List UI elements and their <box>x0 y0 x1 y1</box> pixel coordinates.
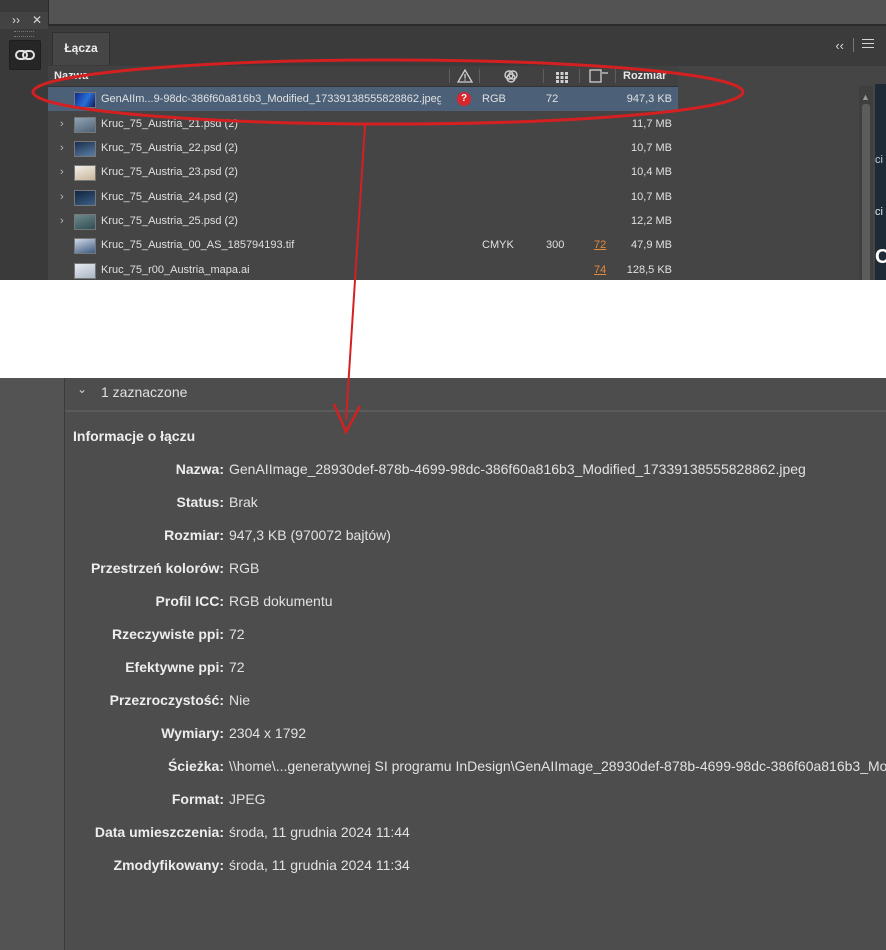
link-thumbnail <box>74 263 96 279</box>
link-size: 11,7 MB <box>631 118 672 130</box>
info-field-actual-ppi: Rzeczywiste ppi: 72 <box>111 626 245 642</box>
link-thumbnail <box>74 214 96 230</box>
column-name-header[interactable]: Nazwa <box>54 66 88 86</box>
link-ppi: 300 <box>546 239 565 251</box>
link-page[interactable]: 74 <box>594 258 606 282</box>
link-name: Kruc_75_Austria_00_AS_185794193.tif <box>101 239 295 251</box>
expand-row-icon[interactable]: › <box>60 136 64 160</box>
link-name: Kruc_75_Austria_21.psd (2) <box>101 118 238 130</box>
link-size: 10,4 MB <box>631 166 672 178</box>
link-name: Kruc_75_r00_Austria_mapa.ai <box>101 264 250 276</box>
mini-tool-panel: ›› ✕ <box>0 0 49 280</box>
screenshot-gap <box>0 280 886 378</box>
link-size: 10,7 MB <box>631 191 672 203</box>
document-preview-edge: ci ci C <box>875 84 886 280</box>
info-field-format: Format: JPEG <box>171 791 266 807</box>
info-field-colorspace: Przestrzeń kolorów: RGB <box>90 560 260 576</box>
info-field-icc-profile: Profil ICC: RGB dokumentu <box>155 593 333 609</box>
scroll-up-icon[interactable]: ▲ <box>861 92 870 102</box>
link-page[interactable]: 72 <box>594 233 606 257</box>
expand-panel-icon[interactable]: ›› <box>12 12 20 29</box>
info-field-size: Rozmiar: 947,3 KB (970072 bajtów) <box>164 527 391 543</box>
link-row[interactable]: › Kruc_75_Austria_23.psd (2) 10,4 MB <box>48 160 678 184</box>
link-row[interactable]: › Kruc_75_Austria_21.psd (2) 11,7 MB <box>48 112 678 136</box>
panel-grip-handle[interactable] <box>14 31 34 37</box>
hamburger-menu-icon[interactable] <box>862 39 874 51</box>
link-row[interactable]: Kruc_75_Austria_00_AS_185794193.tif CMYK… <box>48 233 678 257</box>
tab-divider <box>853 38 854 52</box>
link-row[interactable]: Kruc_75_r00_Austria_mapa.ai 74 128,5 KB <box>48 258 678 282</box>
link-thumbnail <box>74 165 96 181</box>
scroll-thumb[interactable] <box>862 104 870 282</box>
info-field-placed-date: Data umieszczenia: środa, 11 grudnia 2024… <box>94 824 410 840</box>
expand-row-icon[interactable]: › <box>60 160 64 184</box>
info-field-transparency: Przezroczystość: Nie <box>109 692 251 708</box>
expand-row-icon[interactable]: › <box>60 185 64 209</box>
links-panel: Łącza ‹‹ Nazwa Rozmiar GenAIIm...9-98dc-… <box>48 24 886 282</box>
tab-links[interactable]: Łącza <box>52 32 110 65</box>
link-info-title: Informacje o łączu <box>73 428 196 444</box>
link-name: Kruc_75_Austria_23.psd (2) <box>101 166 238 178</box>
selection-header[interactable]: ⌄ 1 zaznaczone <box>65 378 886 412</box>
missing-link-status-icon[interactable]: ? <box>457 92 471 106</box>
info-field-name: Nazwa: GenAIImage_28930def-878b-4699-98dc… <box>175 461 806 477</box>
workspace-background <box>0 378 64 950</box>
link-row[interactable]: › Kruc_75_Austria_22.psd (2) 10,7 MB <box>48 136 678 160</box>
page-icon[interactable] <box>589 69 609 89</box>
link-row-genai[interactable]: GenAIIm...9-98dc-386f60a816b3_Modified_1… <box>48 87 678 111</box>
mini-panel-header: ›› ✕ <box>0 12 48 29</box>
links-scrollbar[interactable]: ▲ <box>859 86 873 282</box>
link-ppi: 72 <box>546 93 559 105</box>
link-row[interactable]: › Kruc_75_Austria_24.psd (2) 10,7 MB <box>48 185 678 209</box>
column-header-row: Nazwa Rozmiar <box>48 66 678 87</box>
link-row[interactable]: › Kruc_75_Austria_25.psd (2) 12,2 MB <box>48 209 678 233</box>
info-field-dimensions: Wymiary: 2304 x 1792 <box>161 725 307 741</box>
link-size: 10,7 MB <box>631 142 672 154</box>
column-size-header[interactable]: Rozmiar <box>623 66 666 86</box>
link-icon <box>15 50 35 60</box>
collapse-panel-icon[interactable]: ‹‹ <box>835 38 844 53</box>
chevron-down-icon[interactable]: ⌄ <box>77 382 87 396</box>
link-info-panel: ⌄ 1 zaznaczone Informacje o łączu Nazwa:… <box>64 378 886 950</box>
info-field-status: Status: Brak <box>176 494 258 510</box>
close-panel-icon[interactable]: ✕ <box>32 12 42 29</box>
link-colorspace: RGB <box>482 93 506 105</box>
link-name: GenAIIm...9-98dc-386f60a816b3_Modified_1… <box>101 93 441 105</box>
link-thumbnail <box>74 92 96 108</box>
link-size: 12,2 MB <box>631 215 672 227</box>
links-panel-button[interactable] <box>9 40 41 70</box>
expand-row-icon[interactable]: › <box>60 209 64 233</box>
color-space-icon[interactable] <box>503 69 519 89</box>
expand-row-icon[interactable]: › <box>60 112 64 136</box>
link-thumbnail <box>74 190 96 206</box>
selection-count: 1 zaznaczone <box>101 384 188 400</box>
warning-icon[interactable] <box>456 68 474 89</box>
link-size: 128,5 KB <box>626 264 672 276</box>
link-size: 47,9 MB <box>631 239 672 251</box>
link-thumbnail <box>74 238 96 254</box>
info-field-path: Ścieżka: \\home\...generatywnej SI progra… <box>167 758 886 774</box>
info-field-effective-ppi: Efektywne ppi: 72 <box>125 659 245 675</box>
link-thumbnail <box>74 141 96 157</box>
link-colorspace: CMYK <box>482 239 514 251</box>
link-thumbnail <box>74 117 96 133</box>
link-size: 947,3 KB <box>626 93 672 105</box>
panel-tab-bar: Łącza ‹‹ <box>48 26 886 66</box>
info-field-modified-date: Zmodyfikowany: środa, 11 grudnia 2024 11:… <box>113 857 410 873</box>
link-name: Kruc_75_Austria_24.psd (2) <box>101 191 238 203</box>
link-name: Kruc_75_Austria_22.psd (2) <box>101 142 238 154</box>
link-name: Kruc_75_Austria_25.psd (2) <box>101 215 238 227</box>
